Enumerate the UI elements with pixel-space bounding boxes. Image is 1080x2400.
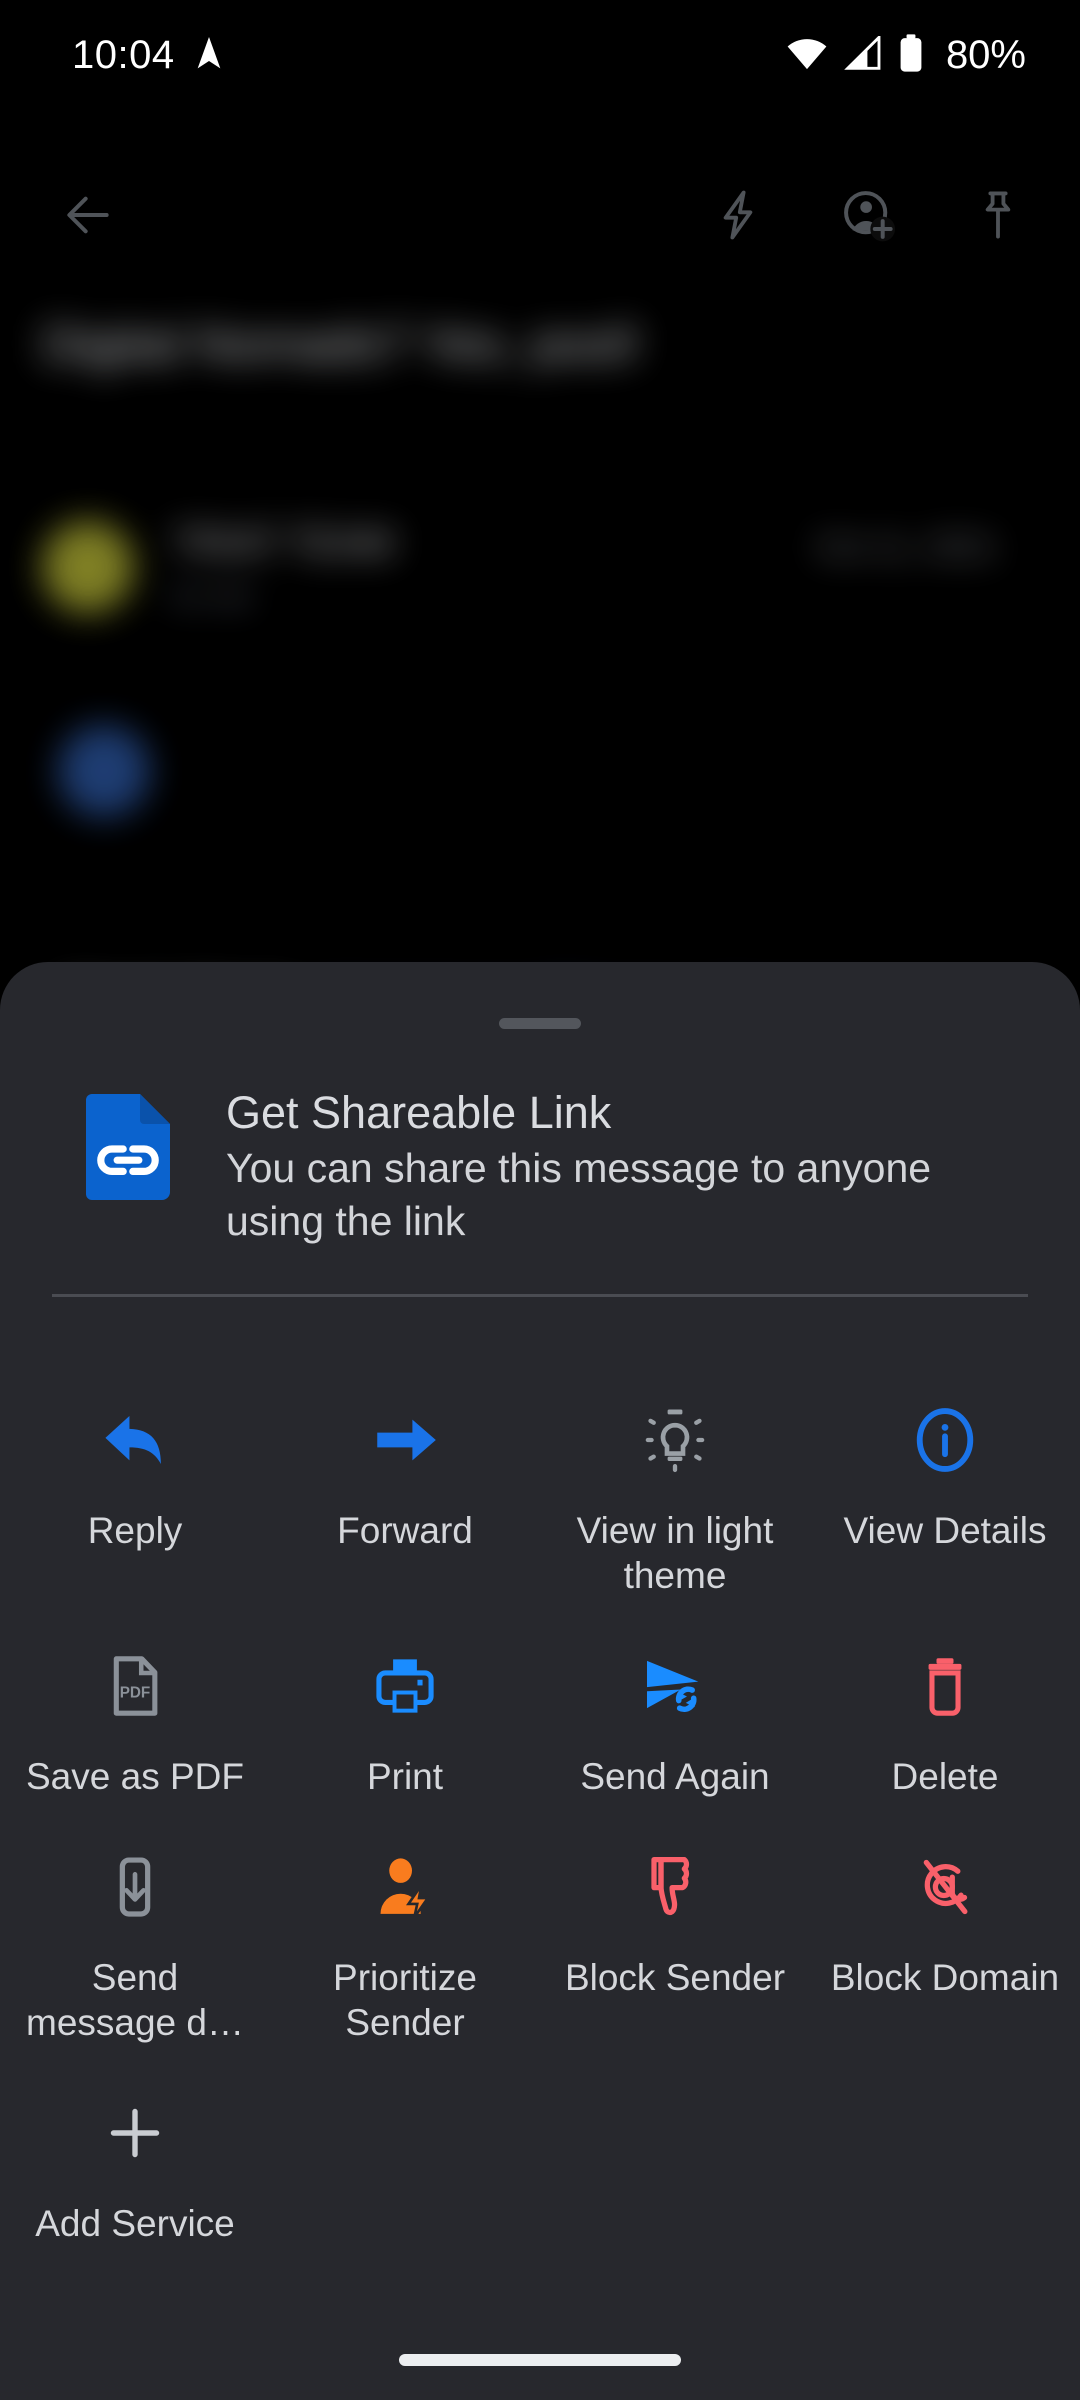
action-add-service[interactable]: Add Service: [0, 2045, 270, 2246]
background-divider: [95, 908, 995, 910]
action-view-light-theme[interactable]: View in light theme: [540, 1352, 810, 1598]
action-label: Block Domain: [830, 1957, 1060, 1998]
info-circle-icon: [908, 1394, 982, 1486]
action-label: Send Again: [580, 1756, 770, 1797]
action-label: Send message d…: [26, 1957, 244, 2043]
thumbs-down-icon: [640, 1841, 710, 1933]
trash-icon: [911, 1640, 979, 1732]
person-bolt-icon: [370, 1841, 440, 1933]
action-label: Delete: [891, 1756, 999, 1797]
send-again-icon: [640, 1640, 710, 1732]
status-bar-left: 10:04: [72, 33, 225, 78]
phone-screen: 10:04 80% Digital Nomads? Yes, pool! TRI…: [0, 0, 1080, 2400]
pin-icon[interactable]: [956, 173, 1040, 257]
app-bar-actions: [696, 173, 1040, 257]
action-print[interactable]: Print: [270, 1598, 540, 1799]
blurred-email-background: Digital Nomads? Yes, pool! TRIAT TEAM to…: [0, 270, 1080, 1022]
sheet-header-text: Get Shareable Link You can share this me…: [226, 1084, 1016, 1248]
sheet-header[interactable]: Get Shareable Link You can share this me…: [0, 1084, 1080, 1248]
action-label: Reply: [87, 1510, 183, 1551]
phone-download-icon: [102, 1841, 168, 1933]
action-reply[interactable]: Reply: [0, 1352, 270, 1598]
gesture-nav-pill[interactable]: [399, 2354, 681, 2366]
forward-arrow-icon: [368, 1394, 442, 1486]
action-block-domain[interactable]: Block Domain: [810, 1799, 1080, 2045]
action-label: View in light theme: [576, 1510, 774, 1596]
cellular-signal-icon: [844, 33, 882, 75]
blocked-at-sign-icon: [910, 1841, 980, 1933]
action-label: Block Sender: [564, 1957, 786, 1998]
email-timestamp: Oct 11, 2021: [816, 529, 997, 565]
add-contact-icon[interactable]: [826, 173, 910, 257]
action-label: Add Service: [35, 2203, 235, 2244]
sender-name: TRIAT TEAM: [172, 523, 394, 565]
action-prioritize-sender[interactable]: Prioritize Sender: [270, 1799, 540, 2045]
action-send-message-to-device[interactable]: Send message d…: [0, 1799, 270, 2045]
action-send-again[interactable]: Send Again: [540, 1598, 810, 1799]
action-bottom-sheet: Get Shareable Link You can share this me…: [0, 962, 1080, 2400]
action-label: View Details: [843, 1510, 1047, 1551]
battery-percentage: 80%: [945, 32, 1026, 77]
app-bar: [0, 160, 1080, 270]
action-grid: Reply Forward View in light theme View D…: [0, 1352, 1080, 2246]
sheet-divider: [52, 1294, 1028, 1297]
sender-recipient: to me: [172, 577, 253, 613]
action-label: Forward: [337, 1510, 473, 1551]
plus-icon: [101, 2087, 169, 2179]
drag-handle[interactable]: [499, 1018, 581, 1029]
action-forward[interactable]: Forward: [270, 1352, 540, 1598]
action-label: Prioritize Sender: [333, 1957, 477, 2043]
app-bar-left: [46, 173, 130, 257]
action-delete[interactable]: Delete: [810, 1598, 1080, 1799]
gesture-nav-bar: [0, 2320, 1080, 2400]
sheet-subtitle: You can share this message to anyone usi…: [226, 1145, 932, 1244]
wifi-icon: [786, 36, 828, 75]
battery-icon: [898, 33, 924, 77]
status-bar: 10:04 80%: [0, 0, 1080, 110]
status-bar-right: 80%: [786, 33, 1026, 78]
lightbulb-icon: [638, 1394, 712, 1486]
svg-text:PDF: PDF: [120, 1684, 151, 1701]
printer-icon: [371, 1640, 439, 1732]
link-document-icon: [86, 1094, 170, 1205]
email-subject: Digital Nomads? Yes, pool!: [42, 316, 640, 372]
pdf-document-icon: PDF: [101, 1640, 169, 1732]
email-sender-row: TRIAT TEAM to me Oct 11, 2021: [42, 515, 1042, 625]
avatar: [42, 521, 134, 613]
lightning-bolt-icon[interactable]: [696, 173, 780, 257]
sheet-title: Get Shareable Link: [226, 1087, 612, 1138]
back-arrow-icon[interactable]: [46, 173, 130, 257]
action-label: Save as PDF: [26, 1756, 244, 1797]
action-view-details[interactable]: View Details: [810, 1352, 1080, 1598]
action-label: Print: [366, 1756, 444, 1797]
status-clock: 10:04: [72, 32, 175, 77]
navigation-arrow-icon: [193, 35, 225, 76]
action-save-as-pdf[interactable]: PDF Save as PDF: [0, 1598, 270, 1799]
reply-arrow-icon: [98, 1394, 172, 1486]
body-avatar: [58, 725, 150, 817]
action-block-sender[interactable]: Block Sender: [540, 1799, 810, 2045]
